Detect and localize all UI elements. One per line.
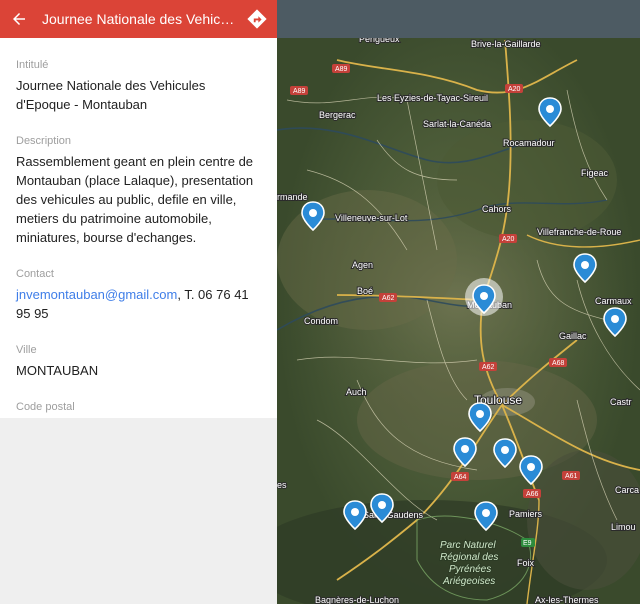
place-gaillac: Gaillac: [559, 331, 587, 341]
place-cahors: Cahors: [482, 204, 512, 214]
place-bagneres: Bagnères-de-Luchon: [315, 595, 399, 604]
road-a66: A66: [526, 491, 539, 498]
road-a89-2: A89: [293, 88, 306, 95]
park-label-line-1: Parc Naturel: [440, 540, 496, 551]
satellite-map[interactable]: A89 A89 A20 A20 A62 A62 A68 A64 A66 A61 …: [277, 0, 640, 604]
details-panel: Journee Nationale des Vehicules d'Epoque…: [0, 0, 277, 604]
place-boe: Boé: [357, 286, 373, 296]
place-condom: Condom: [304, 316, 338, 326]
panel-empty-area: [0, 418, 277, 604]
park-label-line-4: Ariégeoises: [442, 576, 495, 587]
place-villeneuve: Villeneuve-sur-Lot: [335, 213, 408, 223]
code-postal-label: Code postal: [16, 401, 75, 413]
place-tarbes: es: [277, 480, 287, 490]
place-carmaux: Carmaux: [595, 296, 632, 306]
place-rocamadour: Rocamadour: [503, 138, 555, 148]
place-castres: Castr: [610, 397, 632, 407]
contact-value: jnvemontauban@gmail.com, T. 06 76 41 95 …: [16, 285, 261, 323]
place-figeac: Figeac: [581, 168, 609, 178]
ville-value: MONTAUBAN: [16, 363, 99, 378]
map-canvas[interactable]: A89 A89 A20 A20 A62 A62 A68 A64 A66 A61 …: [277, 0, 640, 604]
road-a62-1: A62: [382, 295, 395, 302]
field-ville: Ville MONTAUBAN: [16, 343, 261, 380]
arrow-left-icon: [13, 13, 25, 25]
place-marmande: rmande: [277, 192, 308, 202]
place-brive: Brive-la-Gaillarde: [471, 39, 541, 49]
road-a62-2: A62: [482, 364, 495, 371]
intitule-value: Journee Nationale des Vehicules d'Epoque…: [16, 78, 206, 112]
place-ax: Ax-les-Thermes: [535, 595, 599, 604]
place-sarlat: Sarlat-la-Canéda: [423, 119, 491, 129]
field-description: Description Rassemblement geant en plein…: [16, 134, 261, 247]
back-button[interactable]: [0, 0, 38, 38]
road-a89-1: A89: [335, 66, 348, 73]
road-a68: A68: [552, 360, 565, 367]
place-auch: Auch: [346, 387, 367, 397]
park-label-line-3: Pyrénées: [449, 564, 491, 575]
road-a61: A61: [565, 473, 578, 480]
directions-button[interactable]: [237, 0, 277, 38]
place-bergerac: Bergerac: [319, 110, 356, 120]
place-pamiers: Pamiers: [509, 509, 543, 519]
event-info: Intitulé Journee Nationale des Vehicules…: [0, 58, 277, 437]
place-saint-gaudens: Saint-Gaudens: [363, 510, 424, 520]
contact-email-link[interactable]: jnvemontauban@gmail.com: [16, 287, 177, 302]
place-villefranche: Villefranche-de-Roue: [537, 227, 621, 237]
selected-marker[interactable]: [465, 278, 503, 316]
place-foix: Foix: [517, 558, 535, 568]
place-limoux: Limou: [611, 522, 636, 532]
place-carca: Carca: [615, 485, 639, 495]
directions-icon: [247, 9, 267, 29]
description-value: Rassemblement geant en plein centre de M…: [16, 154, 254, 245]
field-intitule: Intitulé Journee Nationale des Vehicules…: [16, 58, 261, 114]
road-a20-2: A20: [502, 236, 515, 243]
ville-label: Ville: [16, 344, 37, 356]
map-top-bar: [277, 0, 640, 38]
place-eyzies: Les Eyzies-de-Tayac-Sireuil: [377, 93, 488, 103]
road-a20-1: A20: [508, 86, 521, 93]
place-agen: Agen: [352, 260, 373, 270]
intitule-label: Intitulé: [16, 59, 49, 71]
contact-label: Contact: [16, 268, 54, 280]
field-contact: Contact jnvemontauban@gmail.com, T. 06 7…: [16, 267, 261, 323]
park-label-line-2: Régional des: [440, 552, 498, 563]
description-label: Description: [16, 135, 72, 147]
panel-header: Journee Nationale des Vehicules d'Epoque…: [0, 0, 277, 38]
road-e9: E9: [523, 540, 532, 547]
road-a64: A64: [454, 474, 467, 481]
header-title: Journee Nationale des Vehicules d'Epoque…: [42, 11, 237, 27]
